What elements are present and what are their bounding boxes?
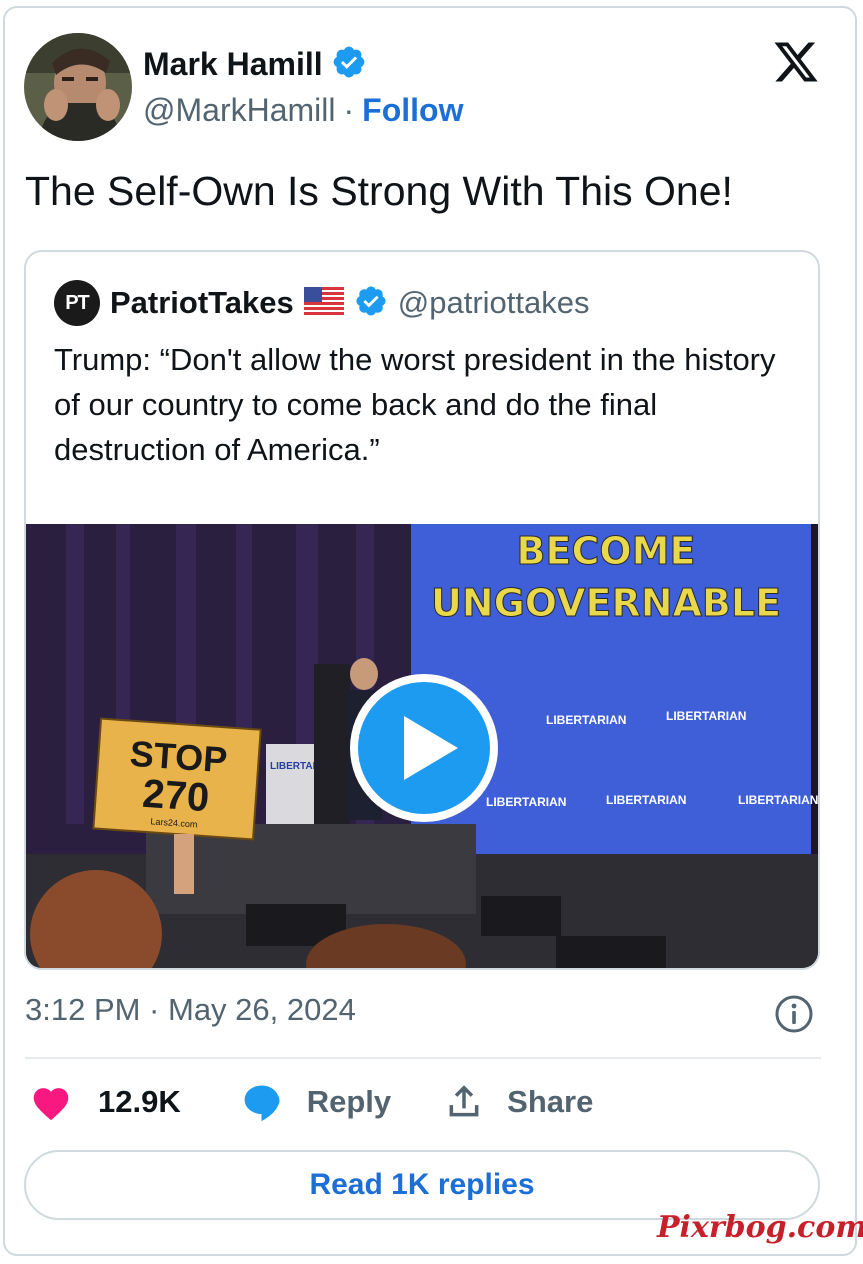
play-icon[interactable] [26,524,820,970]
quoted-tweet-text: Trump: “Don't allow the worst president … [54,342,776,467]
reply-button[interactable]: Reply [241,1082,391,1122]
author-avatar[interactable] [24,33,132,141]
follow-button[interactable]: Follow [362,92,463,129]
handle-separator: · [343,92,355,128]
quoted-tweet[interactable]: PT PatriotTakes @patriottakes Trump: “Do… [24,250,820,970]
tweet-timestamp[interactable]: 3:12 PM · May 26, 2024 [25,992,356,1028]
patriottakes-avatar[interactable]: PT [54,280,100,326]
share-upload-icon [445,1082,483,1122]
us-flag-icon [303,286,344,320]
watermark: Pixrbog.com [657,1210,863,1245]
video-player[interactable]: BECOME UNGOVERNABLE LIBERTARIAN LIBERTAR… [26,524,820,970]
verified-badge-icon [331,44,367,85]
reply-label: Reply [306,1084,392,1119]
author-handle[interactable]: @MarkHamill [143,92,335,129]
speech-bubble-icon [241,1082,283,1122]
like-count: 12.9K [98,1084,181,1119]
author-name[interactable]: Mark Hamill [143,46,323,83]
info-icon[interactable] [774,994,814,1034]
x-logo-icon[interactable] [771,38,821,86]
like-button[interactable]: 12.9K [30,1083,181,1121]
divider [25,1057,821,1059]
quoted-author-handle[interactable]: @patriottakes [398,285,590,321]
share-button[interactable]: Share [445,1082,593,1122]
heart-icon [30,1083,72,1121]
tweet-text: The Self-Own Is Strong With This One! [25,168,733,214]
quoted-verified-badge-icon [354,284,388,323]
quoted-author-name[interactable]: PatriotTakes [110,285,294,321]
share-label: Share [507,1084,594,1119]
